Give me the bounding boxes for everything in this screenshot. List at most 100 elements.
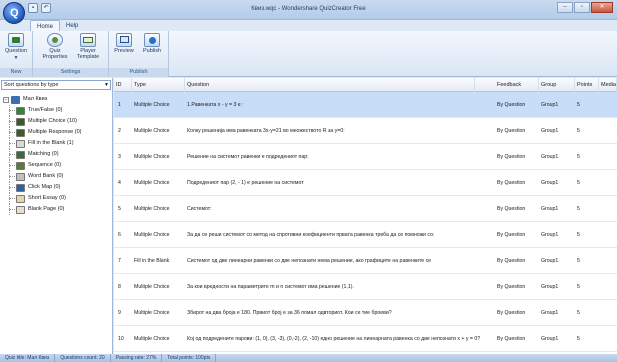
cell-question: 1.Равенката x - y = 3 е :: [187, 102, 244, 108]
window-title: Квиз.wqc - Wondershare QuizCreator Free: [251, 6, 366, 12]
tree-item-question-type[interactable]: Short Essay (0): [3, 193, 111, 204]
tree-item-question-type[interactable]: Click Map (0): [3, 182, 111, 193]
cell-type: Fill in the Blank: [134, 258, 170, 264]
cell-question: Решение на системот равенки е подреденио…: [187, 154, 309, 160]
cell-type: Multiple Choice: [134, 102, 170, 108]
column-type[interactable]: Type: [132, 78, 185, 92]
player-template-button[interactable]: Player Template: [73, 33, 103, 60]
tree-item-label: Blank Page (0): [28, 206, 65, 212]
publish-icon: [144, 33, 160, 47]
status-question-count: Questions count: 20: [55, 354, 111, 362]
cell-feedback: By Question: [497, 102, 526, 108]
table-row[interactable]: 1 Multiple Choice 1.Равенката x - y = 3 е …: [114, 92, 617, 118]
column-group[interactable]: Group: [539, 78, 575, 92]
cell-feedback: By Question: [497, 232, 526, 238]
column-id[interactable]: ID: [114, 78, 132, 92]
cell-feedback: By Question: [497, 128, 526, 134]
quiz-icon: [11, 95, 20, 104]
question-type-panel: Sort questions by type ▼ − Мал Квиз True…: [0, 78, 113, 354]
tree-item-question-type[interactable]: Multiple Choice (10): [3, 116, 111, 127]
preview-button[interactable]: Preview: [109, 33, 139, 54]
grid-rows: 1 Multiple Choice 1.Равенката x - y = 3 е …: [114, 92, 617, 352]
window-controls: – ▫ ✕: [557, 2, 613, 13]
cell-type: Multiple Choice: [134, 154, 170, 160]
tree-item-question-type[interactable]: Sequence (0): [3, 160, 111, 171]
cell-id: 1: [118, 102, 121, 108]
table-row[interactable]: 2 Multiple Choice Колку решенија има равен…: [114, 118, 617, 144]
ribbon-group-publish: Preview Publish Publish: [109, 31, 169, 77]
chevron-down-icon: ▼: [104, 82, 109, 88]
cell-question: Подредениот пар (2, - 1) е решение на си…: [187, 180, 304, 186]
cell-group: Group1: [541, 310, 559, 316]
question-type-icon: [16, 194, 25, 203]
cell-group: Group1: [541, 180, 559, 186]
cell-group: Group1: [541, 336, 559, 342]
quiz-properties-button[interactable]: Quiz Properties: [40, 33, 70, 60]
cell-type: Multiple Choice: [134, 336, 170, 342]
question-type-icon: [16, 128, 25, 137]
cell-type: Multiple Choice: [134, 284, 170, 290]
column-feedback[interactable]: Feedback: [495, 78, 539, 92]
question-type-icon: [16, 161, 25, 170]
tree-item-label: Multiple Response (0): [28, 129, 82, 135]
tree-item-question-type[interactable]: Blank Page (0): [3, 204, 111, 215]
column-media[interactable]: Media: [599, 78, 617, 92]
question-type-icon: [16, 183, 25, 192]
tree-item-question-type[interactable]: True/False (0): [3, 105, 111, 116]
cell-question: Збирот на два броја е 180. Првиот број е…: [187, 310, 392, 316]
cell-feedback: By Question: [497, 154, 526, 160]
ribbon-group-new: Question ▾ New: [0, 31, 33, 77]
cell-id: 9: [118, 310, 121, 316]
minimize-button[interactable]: –: [557, 2, 573, 13]
table-row[interactable]: 4 Multiple Choice Подредениот пар (2, - 1)…: [114, 170, 617, 196]
cell-type: Multiple Choice: [134, 128, 170, 134]
cell-type: Multiple Choice: [134, 206, 170, 212]
sort-questions-select[interactable]: Sort questions by type ▼: [1, 80, 111, 90]
table-row[interactable]: 9 Multiple Choice Збирот на два броја е 18…: [114, 300, 617, 326]
tree-item-label: Fill in the Blank (1): [28, 140, 74, 146]
close-button[interactable]: ✕: [591, 2, 613, 13]
tree-item-question-type[interactable]: Matching (0): [3, 149, 111, 160]
maximize-button[interactable]: ▫: [574, 2, 590, 13]
publish-button[interactable]: Publish: [137, 33, 167, 54]
preview-icon: [116, 33, 132, 47]
cell-points: 5: [577, 284, 580, 290]
tree-item-label: True/False (0): [28, 107, 63, 113]
cell-points: 5: [577, 336, 580, 342]
cell-points: 5: [577, 310, 580, 316]
table-row[interactable]: 3 Multiple Choice Решение на системот раве…: [114, 144, 617, 170]
ribbon: Question ▾ New Quiz Properties Player Te…: [0, 31, 617, 77]
cell-question: За да се реши системот со метод на спрот…: [187, 232, 435, 238]
cell-points: 5: [577, 232, 580, 238]
cell-question: Колку решенија има равенката 3x-y=21 во …: [187, 128, 345, 134]
grid-header: ID Type Question Feedback Group Points M…: [114, 78, 617, 92]
question-type-icon: [16, 172, 25, 181]
tree-item-question-type[interactable]: Word Bank (0): [3, 171, 111, 182]
column-points[interactable]: Points: [575, 78, 599, 92]
tree-item-question-type[interactable]: Fill in the Blank (1): [3, 138, 111, 149]
cell-id: 3: [118, 154, 121, 160]
collapse-icon[interactable]: −: [3, 96, 9, 103]
title-bar: ▪ ↶ Квиз.wqc - Wondershare QuizCreator F…: [0, 0, 617, 20]
cell-points: 5: [577, 128, 580, 134]
cell-id: 8: [118, 284, 121, 290]
cell-group: Group1: [541, 154, 559, 160]
app-logo-icon: Q: [10, 7, 19, 19]
cell-feedback: By Question: [497, 336, 526, 342]
question-button[interactable]: Question ▾: [1, 33, 31, 61]
table-row[interactable]: 7 Fill in the Blank Системот од две линеар…: [114, 248, 617, 274]
cell-feedback: By Question: [497, 180, 526, 186]
table-row[interactable]: 10 Multiple Choice Кој од подредените паро…: [114, 326, 617, 352]
cell-feedback: By Question: [497, 258, 526, 264]
tree-root-quiz[interactable]: − Мал Квиз: [3, 94, 111, 105]
question-type-icon: [16, 117, 25, 126]
questions-grid: ID Type Question Feedback Group Points M…: [114, 78, 617, 354]
column-question[interactable]: Question: [185, 78, 475, 92]
table-row[interactable]: 8 Multiple Choice За кои вредности на пара…: [114, 274, 617, 300]
table-row[interactable]: 5 Multiple Choice Системот: By Question Grou…: [114, 196, 617, 222]
table-row[interactable]: 6 Multiple Choice За да се реши системот с…: [114, 222, 617, 248]
cell-question: Системот од две линеарни равенки со две …: [187, 258, 432, 264]
tree-item-question-type[interactable]: Multiple Response (0): [3, 127, 111, 138]
application-menu-button[interactable]: Q: [3, 2, 25, 24]
cell-id: 2: [118, 128, 121, 134]
